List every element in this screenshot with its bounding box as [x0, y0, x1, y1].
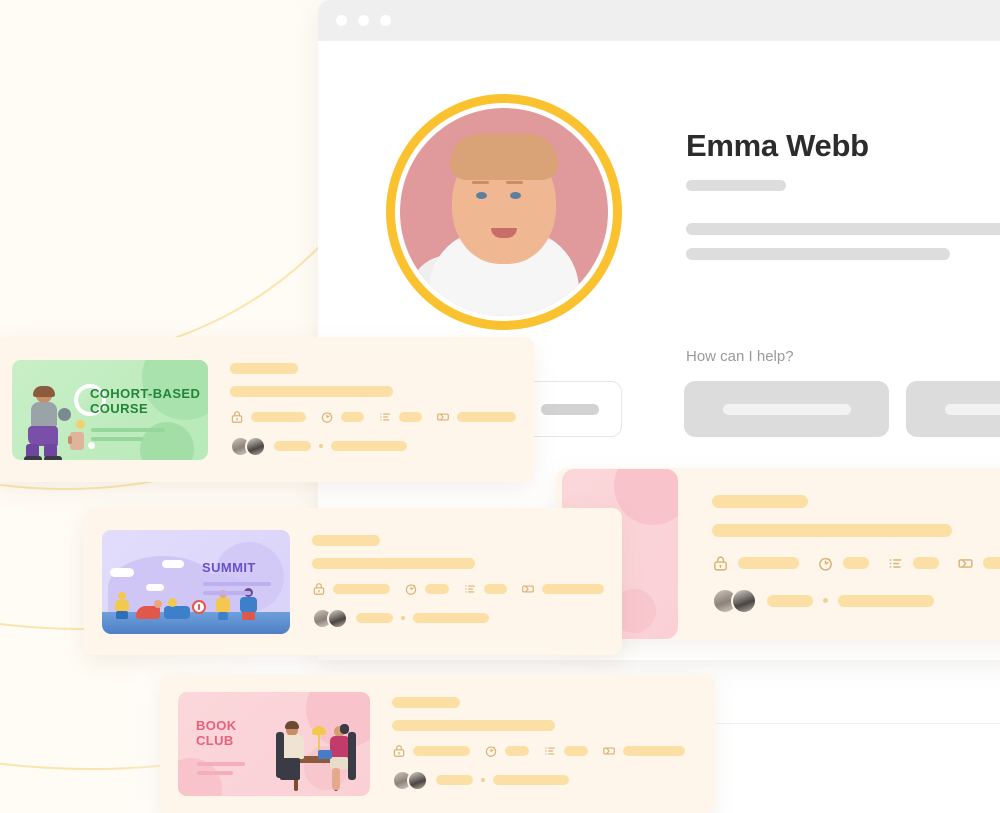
avatar	[386, 94, 622, 330]
avatar	[731, 587, 757, 614]
avatar	[407, 769, 428, 791]
course-thumbnail-title: COHORT-BASED COURSE	[90, 385, 201, 416]
help-prompt-label: How can I help?	[686, 348, 794, 365]
course-attributes-row	[230, 410, 517, 424]
course-category-placeholder	[392, 696, 460, 708]
instructor-name-placeholder	[767, 594, 813, 607]
minimize-icon[interactable]	[358, 15, 369, 26]
course-instructors-row	[230, 435, 516, 457]
course-duration-placeholder	[505, 745, 529, 756]
course-title-placeholder	[392, 719, 555, 731]
course-card-meta	[312, 534, 604, 629]
separator-dot	[319, 444, 323, 448]
help-action-buttons	[684, 381, 1000, 437]
instructor-name-placeholder	[356, 613, 393, 623]
course-title-placeholder	[230, 385, 393, 397]
course-instructors-row	[312, 607, 604, 629]
course-access-placeholder	[251, 411, 306, 422]
profile-bio-line-1	[686, 223, 1000, 235]
screenshot-stage: Emma Webb How can I help? COHORT-BASED C…	[0, 0, 1000, 813]
avatar	[245, 435, 266, 457]
course-thumbnail: SUMMIT	[102, 529, 290, 634]
course-category-placeholder	[712, 494, 808, 508]
lock-icon	[230, 410, 244, 424]
profile-bio-line-2	[686, 248, 950, 260]
button-label-placeholder	[541, 403, 599, 415]
course-lessons-placeholder	[483, 583, 508, 594]
close-icon[interactable]	[336, 15, 347, 26]
course-title-placeholder	[312, 557, 475, 569]
help-option-button-1[interactable]	[684, 381, 889, 437]
button-label-placeholder	[722, 403, 851, 415]
stopwatch-icon	[817, 555, 834, 572]
profile-header: Emma Webb	[386, 94, 1000, 330]
course-instructors-row	[712, 587, 1000, 614]
course-thumbnail-title: SUMMIT	[202, 559, 256, 575]
list-icon	[378, 410, 392, 424]
lock-icon	[312, 582, 326, 596]
course-category-placeholder	[312, 534, 380, 546]
course-attributes-row	[712, 555, 1000, 572]
course-card-cohort-based-course[interactable]: COHORT-BASED COURSE	[0, 337, 534, 482]
separator-dot	[481, 778, 485, 782]
course-lessons-placeholder	[398, 411, 422, 422]
ticket-icon	[602, 744, 616, 758]
course-thumbnail-title: BOOK CLUB	[196, 717, 237, 748]
course-date-placeholder	[838, 594, 934, 607]
ticket-icon	[521, 582, 535, 596]
course-duration-placeholder	[843, 557, 869, 569]
course-card-meta	[712, 494, 1000, 614]
course-attributes-row	[392, 744, 697, 758]
instructor-name-placeholder	[274, 441, 311, 451]
course-title-placeholder	[712, 523, 952, 537]
stopwatch-icon	[320, 410, 334, 424]
list-icon	[543, 744, 557, 758]
browser-titlebar	[318, 0, 1000, 41]
course-duration-placeholder	[340, 411, 364, 422]
course-price-placeholder	[623, 745, 685, 756]
stopwatch-icon	[484, 744, 498, 758]
page-title: Emma Webb	[686, 128, 869, 163]
ticket-icon	[436, 410, 450, 424]
profile-role-placeholder	[686, 180, 786, 191]
course-instructors-row	[392, 769, 697, 791]
list-icon	[887, 555, 904, 572]
profile-info: Emma Webb	[686, 94, 1000, 330]
help-option-button-2[interactable]	[906, 381, 1000, 437]
stopwatch-icon	[404, 582, 418, 596]
course-price-placeholder	[456, 411, 517, 422]
course-card-featured[interactable]	[556, 468, 1000, 640]
course-price-placeholder	[982, 557, 1000, 569]
avatar	[327, 607, 348, 629]
course-attributes-row	[312, 582, 604, 596]
instructor-name-placeholder	[436, 775, 473, 785]
course-thumbnail: COHORT-BASED COURSE	[12, 359, 208, 460]
course-card-meta	[392, 696, 697, 791]
list-icon	[463, 582, 477, 596]
course-lessons-placeholder	[912, 557, 939, 569]
lock-icon	[712, 555, 729, 572]
button-label-placeholder	[944, 403, 1000, 415]
course-lessons-placeholder	[564, 745, 588, 756]
course-date-placeholder	[493, 775, 569, 785]
course-duration-placeholder	[424, 583, 449, 594]
separator-dot	[823, 598, 828, 603]
course-card-summit[interactable]: SUMMIT	[84, 508, 622, 655]
course-access-placeholder	[738, 557, 800, 569]
course-price-placeholder	[542, 583, 604, 594]
course-date-placeholder	[413, 613, 489, 623]
course-category-placeholder	[230, 362, 298, 374]
avatar-photo	[400, 108, 608, 316]
maximize-icon[interactable]	[380, 15, 391, 26]
ticket-icon	[957, 555, 974, 572]
course-card-meta	[230, 362, 517, 457]
course-access-placeholder	[413, 745, 470, 756]
course-access-placeholder	[333, 583, 390, 594]
lock-icon	[392, 744, 406, 758]
course-thumbnail: BOOK CLUB	[178, 691, 370, 796]
separator-dot	[401, 616, 405, 620]
course-date-placeholder	[331, 441, 407, 451]
course-card-book-club[interactable]: BOOK CLUB	[160, 674, 715, 813]
